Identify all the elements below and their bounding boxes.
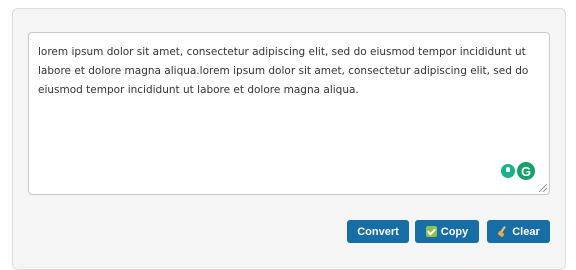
convert-button[interactable]: Convert [347,220,409,243]
checkbox-icon [425,226,437,237]
convert-button-label: Convert [357,225,399,238]
clear-button-label: Clear [512,225,540,238]
clear-button[interactable]: Clear [487,220,550,243]
copy-button[interactable]: Copy [415,220,479,243]
text-input-area[interactable]: lorem ipsum dolor sit amet, consectetur … [28,32,550,195]
text-input-content[interactable]: lorem ipsum dolor sit amet, consectetur … [38,43,539,100]
broom-icon [497,226,508,238]
grammarly-icon[interactable]: G [517,162,535,180]
resize-handle[interactable] [539,184,547,192]
lightbulb-icon[interactable] [501,164,515,178]
copy-button-label: Copy [440,225,469,238]
